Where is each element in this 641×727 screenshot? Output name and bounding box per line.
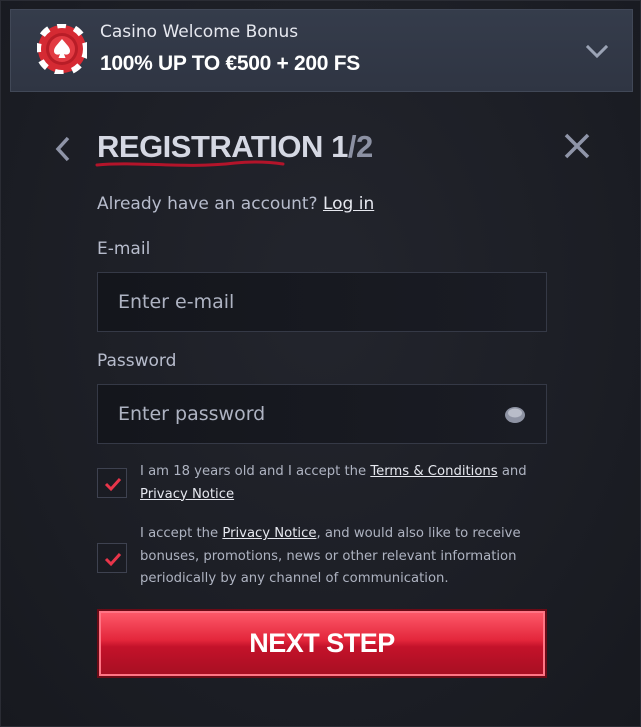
chevron-down-icon[interactable] (584, 38, 610, 64)
email-field[interactable] (98, 273, 546, 331)
login-link[interactable]: Log in (323, 194, 374, 214)
casino-chip-icon (37, 24, 87, 74)
step-separator: / (347, 129, 357, 164)
password-field[interactable] (98, 385, 546, 443)
privacy-notice-link[interactable]: Privacy Notice (140, 487, 234, 502)
step-total: 2 (355, 129, 373, 164)
step-current: 1 (331, 129, 348, 164)
marketing-prefix: I accept the (140, 526, 219, 541)
password-field-wrapper (97, 384, 547, 444)
brush-underline (95, 160, 285, 167)
next-step-label: NEXT STEP (249, 628, 395, 658)
age-terms-checkbox[interactable] (97, 468, 127, 498)
email-field-wrapper (97, 272, 547, 332)
bonus-title: 100% UP TO €500 + 200 FS (100, 52, 360, 75)
welcome-bonus-banner[interactable]: Casino Welcome Bonus 100% UP TO €500 + 2… (10, 9, 633, 92)
checkmark-icon (104, 477, 122, 492)
password-label: Password (97, 351, 177, 371)
checkmark-icon (104, 552, 122, 567)
next-step-button[interactable]: NEXT STEP (97, 609, 547, 678)
age-terms-prefix: I am 18 years old and I accept the (140, 464, 367, 479)
terms-conditions-link[interactable]: Terms & Conditions (370, 464, 497, 479)
marketing-consent-checkbox[interactable] (97, 543, 127, 573)
age-terms-text: I am 18 years old and I accept the Terms… (140, 461, 540, 506)
back-button[interactable] (51, 135, 75, 163)
registration-panel: Casino Welcome Bonus 100% UP TO €500 + 2… (0, 0, 641, 727)
close-icon[interactable] (561, 130, 593, 162)
login-prompt-text: Already have an account? (97, 194, 318, 214)
age-terms-and: and (501, 464, 527, 479)
marketing-privacy-link[interactable]: Privacy Notice (222, 526, 316, 541)
bonus-subtitle: Casino Welcome Bonus (100, 22, 299, 42)
marketing-consent-text: I accept the Privacy Notice, and would a… (140, 523, 540, 591)
eye-icon[interactable] (504, 405, 526, 425)
email-label: E-mail (97, 239, 151, 259)
login-prompt: Already have an account? Log in (97, 194, 374, 214)
